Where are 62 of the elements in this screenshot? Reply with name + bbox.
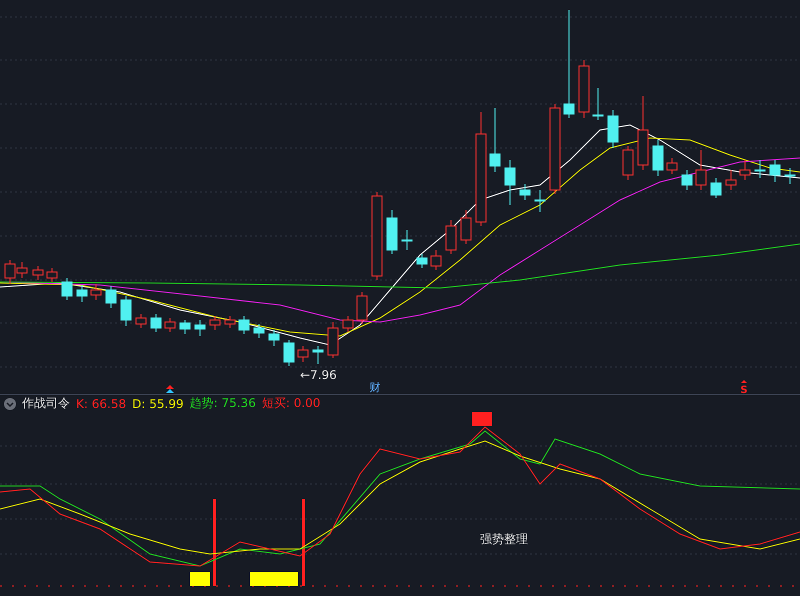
- candlestick: [238, 316, 250, 334]
- candlestick: [682, 170, 692, 190]
- candlestick: [224, 316, 236, 328]
- candlestick: [164, 318, 176, 332]
- candlestick: [696, 150, 706, 190]
- indicator-value: D: 55.99: [132, 396, 184, 410]
- candlestick: [754, 160, 766, 178]
- candlestick: [342, 316, 354, 332]
- candlestick: [608, 110, 618, 148]
- candlestick: [76, 284, 88, 302]
- signal-square: [472, 412, 492, 426]
- candlestick: [210, 316, 220, 330]
- candlestick: [726, 170, 736, 190]
- candlestick: [770, 160, 780, 182]
- candlestick: [710, 178, 722, 198]
- candlestick: [446, 220, 456, 254]
- candlestick: [180, 320, 190, 334]
- candlestick: [194, 320, 206, 336]
- candlestick: [298, 346, 308, 362]
- candlestick: [150, 314, 162, 332]
- candlestick: [652, 140, 664, 176]
- candlestick: [46, 268, 58, 282]
- candlestick: [430, 250, 442, 270]
- candlestick: [490, 108, 500, 172]
- indicator-name: 作战司令: [22, 395, 70, 412]
- candlestick: [740, 160, 750, 180]
- trend-annotation: 强势整理: [480, 532, 528, 546]
- candlestick: [90, 284, 102, 300]
- candlestick: [622, 146, 634, 180]
- candlestick: [62, 278, 72, 300]
- candlestick: [784, 168, 796, 184]
- candlestick: [666, 158, 678, 174]
- candlestick: [356, 292, 368, 324]
- candlestick: [578, 60, 590, 118]
- candlestick: [312, 346, 324, 364]
- collapse-icon[interactable]: [4, 398, 16, 410]
- candlestick: [32, 266, 44, 280]
- candlestick: [520, 184, 530, 200]
- signal-bar: [190, 572, 210, 586]
- event-marker: 财: [370, 381, 380, 394]
- candlestick: [254, 324, 264, 338]
- candlestick: [284, 340, 294, 366]
- candlestick: [386, 210, 398, 254]
- indicator-value: K: 66.58: [76, 396, 126, 410]
- signal-arrow-icon: [166, 385, 174, 393]
- candlestick: [136, 314, 146, 328]
- candlestick: [106, 286, 116, 308]
- up-arrow-icon: [741, 380, 747, 383]
- candlestick: [416, 254, 428, 268]
- candlestick: [268, 330, 280, 346]
- candlestick: [460, 210, 472, 244]
- low-price-label: ←7.96: [300, 368, 337, 382]
- indicator-value: 短买: 0.00: [262, 395, 320, 412]
- candlestick: [592, 88, 604, 120]
- candlestick: [328, 322, 338, 358]
- candlestick: [402, 230, 412, 250]
- candlestick: [120, 296, 132, 326]
- signal-bar: [250, 572, 298, 586]
- indicator-value: 趋势: 75.36: [190, 395, 256, 412]
- candlestick: [534, 190, 546, 212]
- sell-marker: S: [740, 385, 748, 394]
- candlestick: [504, 160, 516, 206]
